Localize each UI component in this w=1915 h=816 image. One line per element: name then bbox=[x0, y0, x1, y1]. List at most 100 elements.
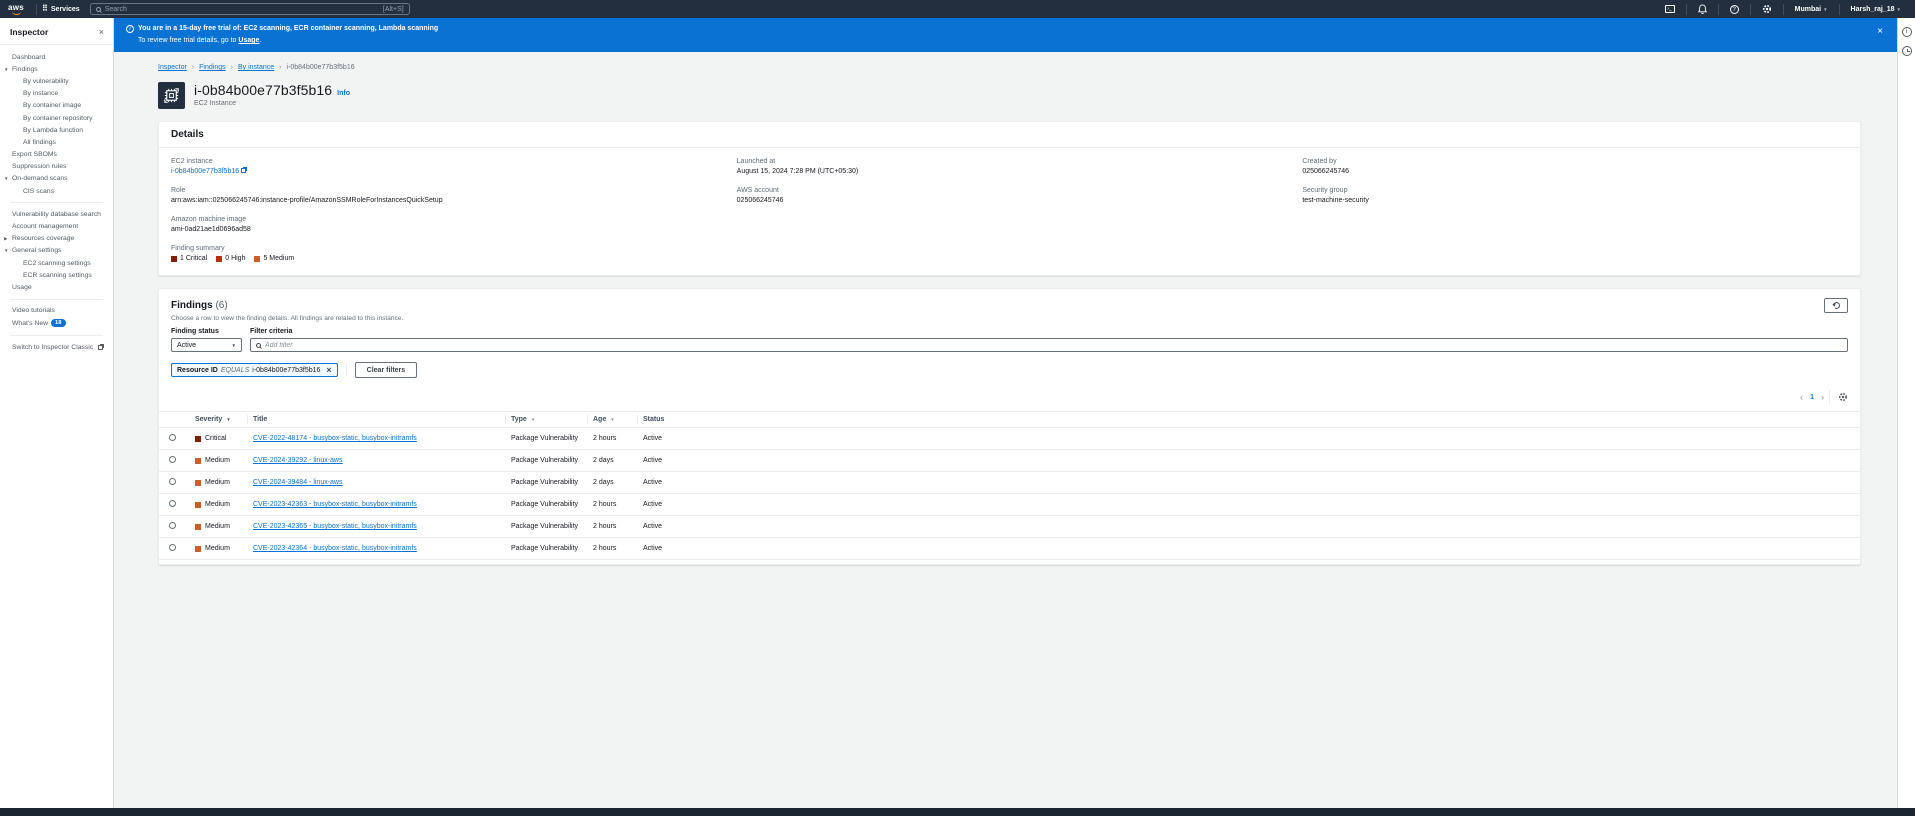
pagination-current-page[interactable]: 1 bbox=[1808, 394, 1816, 401]
status-cell: Active bbox=[637, 428, 1860, 450]
cloudshell-button[interactable]: ›_ bbox=[1659, 5, 1681, 13]
sidebar-item-label: Suppression rules bbox=[12, 163, 66, 170]
finding-title-link[interactable]: CVE-2024-39484 - linux-aws bbox=[253, 479, 343, 486]
table-row[interactable]: MediumCVE-2023-42363 - busybox-static, b… bbox=[159, 494, 1860, 516]
breadcrumb-separator-icon: › bbox=[192, 64, 194, 71]
region-selector[interactable]: Mumbai ▼ bbox=[1789, 6, 1834, 13]
field-security-group: Security group test-machine-security bbox=[1302, 187, 1848, 204]
sidebar-item-dashboard[interactable]: Dashboard bbox=[0, 51, 113, 63]
usage-link[interactable]: Usage bbox=[238, 37, 259, 44]
filter-token: Resource ID EQUALS i-0b84b00e77b3f5b16 × bbox=[171, 363, 338, 377]
sidebar-item-resources-coverage[interactable]: ▶Resources coverage bbox=[0, 233, 113, 245]
status-cell: Active bbox=[637, 538, 1860, 560]
column-header-severity[interactable]: Severity▼ bbox=[189, 412, 247, 428]
sidebar-item-ecr-scanning-settings[interactable]: ECR scanning settings bbox=[0, 269, 113, 281]
clear-filters-button[interactable]: Clear filters bbox=[355, 362, 418, 378]
severity-value: Critical bbox=[195, 435, 241, 442]
row-radio-button[interactable] bbox=[169, 544, 176, 551]
sidebar-item-by-instance[interactable]: By instance bbox=[0, 88, 113, 100]
row-radio-button[interactable] bbox=[169, 456, 176, 463]
sidebar-item-on-demand-scans[interactable]: ▼On-demand scans bbox=[0, 173, 113, 185]
token-remove-icon[interactable]: × bbox=[326, 367, 331, 373]
help-button[interactable]: ? bbox=[1724, 5, 1745, 14]
title-cell: CVE-2023-42363 - busybox-static, busybox… bbox=[247, 494, 505, 516]
sidebar-item-export-sboms[interactable]: Export SBOMs bbox=[0, 149, 113, 161]
cloudshell-icon: ›_ bbox=[1665, 5, 1675, 13]
column-header-type[interactable]: Type▼ bbox=[505, 412, 587, 428]
sidebar-item-findings[interactable]: ▼Findings bbox=[0, 63, 113, 75]
severity-value: Medium bbox=[195, 523, 241, 530]
breadcrumb-item[interactable]: Findings bbox=[199, 64, 225, 71]
info-link[interactable]: Info bbox=[337, 90, 350, 97]
history-panel-icon[interactable] bbox=[1902, 46, 1912, 56]
sidebar-close-icon[interactable]: × bbox=[99, 29, 104, 36]
field-value: August 15, 2024 7:28 PM (UTC+05:30) bbox=[737, 168, 1283, 175]
sidebar-item-label: What's New bbox=[12, 320, 48, 327]
breadcrumb-item[interactable]: By instance bbox=[238, 64, 274, 71]
token-value: i-0b84b00e77b3f5b16 bbox=[252, 367, 320, 374]
sidebar-item-vulnerability-database-search[interactable]: Vulnerability database search bbox=[0, 208, 113, 220]
sidebar-item-general-settings[interactable]: ▼General settings bbox=[0, 245, 113, 257]
sidebar-item-what-s-new[interactable]: What's New18 bbox=[0, 317, 113, 330]
ec2-instance-link[interactable]: i-0b84b00e77b3f5b16 bbox=[171, 168, 239, 175]
row-select-cell bbox=[159, 516, 189, 538]
sidebar-item-usage[interactable]: Usage bbox=[0, 281, 113, 293]
table-row[interactable]: Medium CVE-2023-42365 - busybox-static, b… bbox=[159, 516, 1860, 538]
sidebar-item-account-management[interactable]: Account management bbox=[0, 220, 113, 232]
finding-status-select[interactable]: Active ▼ bbox=[171, 338, 242, 352]
topbar-divider bbox=[1686, 4, 1687, 15]
row-radio-button[interactable] bbox=[169, 434, 176, 441]
settings-button[interactable] bbox=[1756, 4, 1778, 14]
account-menu[interactable]: Harsh_raj_18 ▼ bbox=[1845, 6, 1907, 13]
sidebar-item-ec2-scanning-settings[interactable]: EC2 scanning settings bbox=[0, 257, 113, 269]
sidebar-item-all-findings[interactable]: All findings bbox=[0, 136, 113, 148]
sidebar-item-video-tutorials[interactable]: Video tutorials bbox=[0, 305, 113, 317]
sidebar-item-by-container-image[interactable]: By container image bbox=[0, 100, 113, 112]
sidebar-item-cis-scans[interactable]: CIS scans bbox=[0, 185, 113, 197]
sort-icon[interactable]: ▼ bbox=[531, 417, 535, 422]
finding-title-link[interactable]: CVE-2024-39292 - linux-aws bbox=[253, 457, 343, 464]
row-select-cell bbox=[159, 494, 189, 516]
finding-title-link[interactable]: CVE-2023-42365 - busybox-static, busybox… bbox=[253, 523, 417, 530]
severity-label: Medium bbox=[205, 479, 230, 486]
field-created-by: Created by 025066245746 bbox=[1302, 158, 1848, 175]
pagination-next-icon[interactable]: › bbox=[1821, 394, 1824, 401]
breadcrumb-item[interactable]: Inspector bbox=[158, 64, 187, 71]
table-row[interactable]: MediumCVE-2024-39292 - linux-awsPackage … bbox=[159, 450, 1860, 472]
sidebar-item-switch-to-inspector-classic[interactable]: Switch to Inspector Classic bbox=[0, 341, 113, 353]
sidebar-item-by-lambda-function[interactable]: By Lambda function bbox=[0, 124, 113, 136]
topbar-divider bbox=[1718, 4, 1719, 15]
sidebar-item-by-container-repository[interactable]: By container repository bbox=[0, 112, 113, 124]
notifications-button[interactable] bbox=[1692, 4, 1713, 14]
age-cell: 2 days bbox=[587, 472, 637, 494]
console-search-input[interactable]: Search [Alt+S] bbox=[90, 3, 410, 15]
sidebar-item-label: Vulnerability database search bbox=[12, 211, 101, 218]
row-radio-button[interactable] bbox=[169, 500, 176, 507]
filter-input[interactable] bbox=[265, 342, 1842, 349]
finding-title-link[interactable]: CVE-2023-42364 - busybox-static, busybox… bbox=[253, 545, 417, 552]
severity-chip-label: 0 High bbox=[225, 255, 245, 262]
services-label: Services bbox=[51, 6, 80, 13]
status-cell: Active bbox=[637, 494, 1860, 516]
aws-logo[interactable]: aws bbox=[8, 4, 24, 15]
column-header-age[interactable]: Age▼ bbox=[587, 412, 637, 428]
finding-title-link[interactable]: CVE-2023-42363 - busybox-static, busybox… bbox=[253, 501, 417, 508]
refresh-button[interactable] bbox=[1824, 298, 1848, 313]
table-row[interactable]: Critical CVE-2022-48174 - busybox-static,… bbox=[159, 428, 1860, 450]
finding-title-link[interactable]: CVE-2022-48174 - busybox-static, busybox… bbox=[253, 435, 417, 442]
row-radio-button[interactable] bbox=[169, 522, 176, 529]
sidebar-item-by-vulnerability[interactable]: By vulnerability bbox=[0, 75, 113, 87]
info-panel-icon[interactable]: i bbox=[1902, 27, 1912, 37]
table-preferences-button[interactable] bbox=[1838, 392, 1848, 402]
sidebar-item-label: Account management bbox=[12, 223, 78, 230]
sidebar-item-suppression-rules[interactable]: Suppression rules bbox=[0, 161, 113, 173]
topbar-divider bbox=[36, 4, 37, 15]
banner-close-icon[interactable]: × bbox=[1877, 28, 1883, 36]
row-radio-button[interactable] bbox=[169, 478, 176, 485]
sort-icon[interactable]: ▼ bbox=[610, 417, 614, 422]
sort-icon[interactable]: ▼ bbox=[226, 417, 230, 422]
table-row[interactable]: MediumCVE-2024-39484 - linux-awsPackage … bbox=[159, 472, 1860, 494]
pagination-prev-icon[interactable]: ‹ bbox=[1800, 394, 1803, 401]
services-menu[interactable]: ⠿ Services bbox=[42, 5, 80, 13]
table-row[interactable]: MediumCVE-2023-42364 - busybox-static, b… bbox=[159, 538, 1860, 560]
